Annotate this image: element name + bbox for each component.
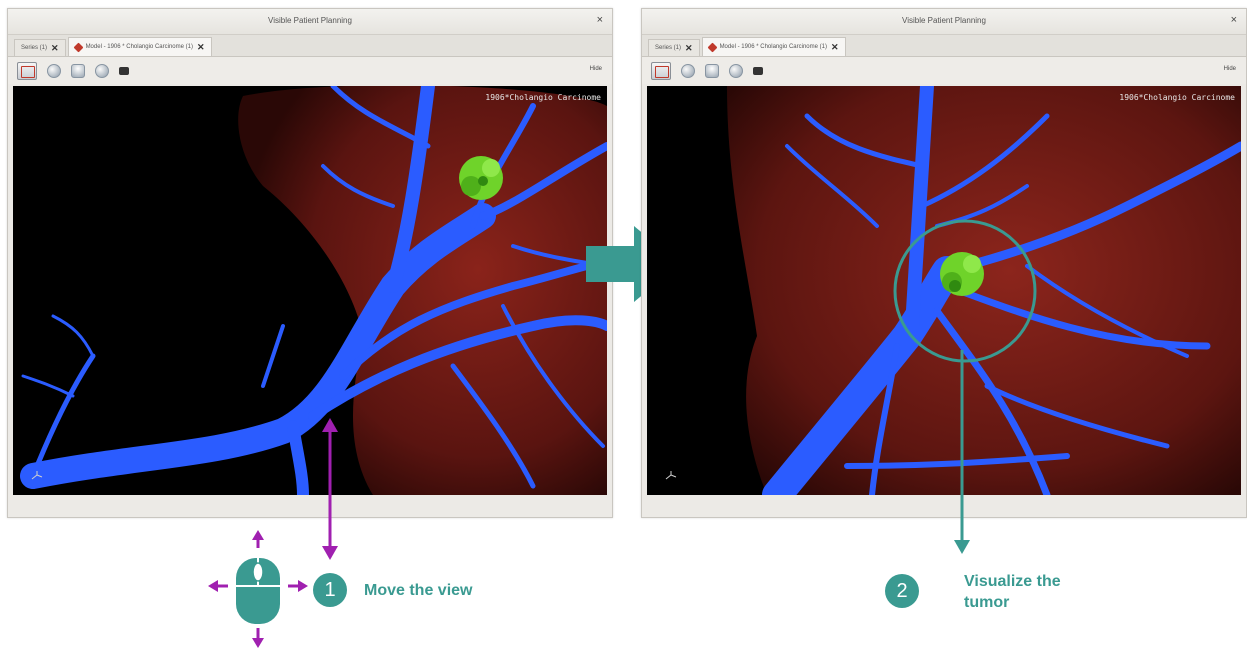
annotation-overlay xyxy=(208,350,970,648)
step-label-1: Move the view xyxy=(364,582,473,599)
step-number-1: 1 xyxy=(313,573,347,607)
pointer-arrow xyxy=(954,350,970,554)
mouse-icon xyxy=(208,530,308,648)
step-number-2: 2 xyxy=(885,574,919,608)
step-label-2-line2: tumor xyxy=(964,594,1010,611)
step-label-2-line1: Visualize the xyxy=(964,573,1061,590)
drag-arrow xyxy=(322,418,338,560)
